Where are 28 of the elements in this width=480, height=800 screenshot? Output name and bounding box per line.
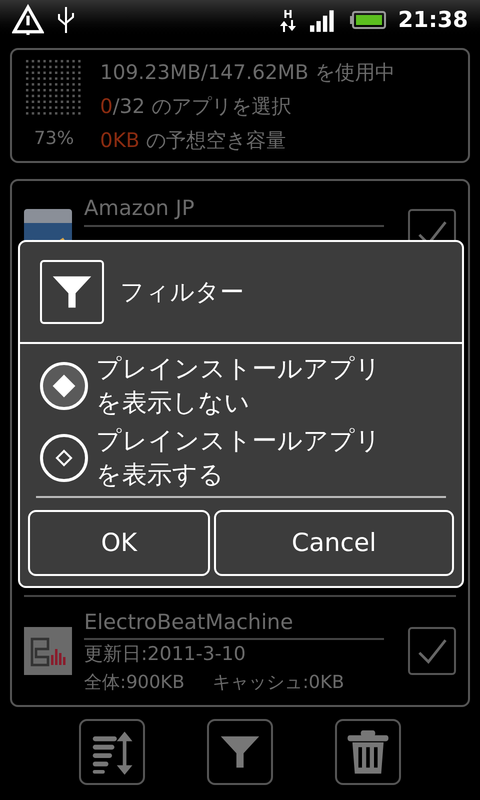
app-cache: キャッシュ:0KB (212, 670, 344, 694)
app-icon (24, 627, 72, 675)
network-type: H (283, 8, 293, 20)
app-name: Amazon JP (84, 193, 384, 226)
radio-label[interactable]: プレインストールアプリを表示しない (96, 352, 386, 420)
storage-dots-icon (25, 59, 83, 117)
data-arrows-icon (278, 20, 298, 32)
battery-icon (350, 10, 386, 30)
app-name: ElectroBeatMachine (84, 606, 384, 640)
summary-line: 0/32 のアプリを選択 (100, 92, 292, 120)
filter-button[interactable] (207, 719, 273, 785)
delete-button[interactable] (335, 719, 401, 785)
app-size: 全体:900KB (84, 670, 185, 694)
summary-line: 109.23MB/147.62MB を使用中 (100, 58, 396, 86)
app-updated: 更新日:2011-3-10 (84, 642, 247, 667)
usage-percent: 73% (34, 127, 74, 151)
radio-button[interactable] (40, 434, 88, 482)
radio-label[interactable]: プレインストールアプリを表示する (96, 424, 386, 492)
warning-icon (12, 4, 44, 36)
dialog-button[interactable]: Cancel (214, 510, 454, 576)
summary-line: 0KB の予想空き容量 (100, 126, 287, 154)
radio-button[interactable] (40, 362, 88, 410)
dialog-title: フィルター (120, 277, 244, 308)
sort-button[interactable] (79, 719, 145, 785)
dialog-button[interactable]: OK (28, 510, 210, 576)
clock: 21:38 (398, 6, 468, 34)
checkbox[interactable] (408, 627, 456, 675)
usb-icon (56, 4, 76, 36)
